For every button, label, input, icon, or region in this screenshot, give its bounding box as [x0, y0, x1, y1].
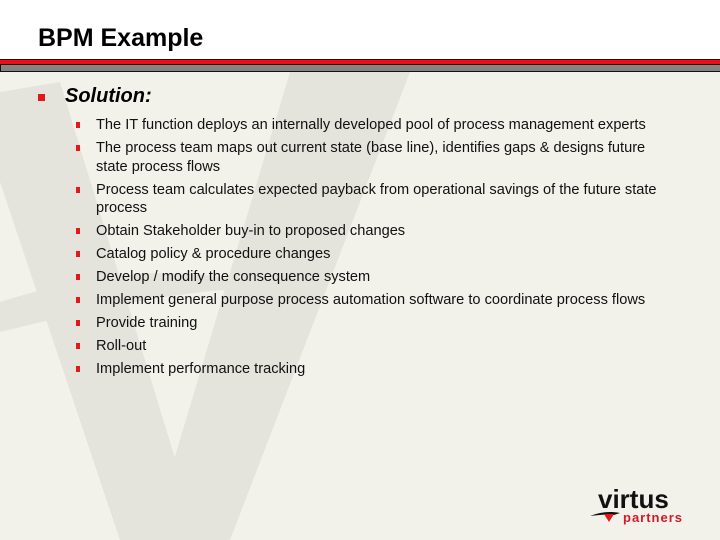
bullet-square-icon — [76, 320, 80, 326]
title-divider-gray — [0, 65, 720, 72]
bullet-square-icon — [76, 343, 80, 349]
list-item: Develop / modify the consequence system — [76, 268, 676, 287]
bullet-square-icon — [76, 366, 80, 372]
list-item: Catalog policy & procedure changes — [76, 245, 676, 264]
list-item-text: The IT function deploys an internally de… — [96, 117, 646, 133]
list-item: Implement performance tracking — [76, 360, 676, 379]
list-item-text: Obtain Stakeholder buy-in to proposed ch… — [96, 223, 406, 239]
list-item: Implement general purpose process automa… — [76, 291, 676, 310]
list-item-text: Develop / modify the consequence system — [96, 269, 371, 285]
list-item: Provide training — [76, 314, 676, 333]
list-item: Roll-out — [76, 337, 676, 356]
bullet-square-icon — [76, 274, 80, 280]
list-item: Process team calculates expected payback… — [76, 181, 676, 218]
bullet-square-icon — [76, 251, 80, 257]
bullet-square-icon — [38, 94, 45, 101]
bullet-square-icon — [76, 228, 80, 234]
logo-triangle-icon — [604, 514, 614, 522]
list-item-text: Catalog policy & procedure changes — [96, 246, 331, 262]
list-item-text: The process team maps out current state … — [96, 140, 646, 175]
solution-heading: Solution: — [38, 85, 152, 108]
list-item-text: Provide training — [96, 315, 198, 331]
list-item-text: Roll-out — [96, 338, 147, 354]
bullet-square-icon — [76, 145, 80, 151]
solution-list: The IT function deploys an internally de… — [76, 116, 676, 383]
logo-word-sub: partners — [623, 510, 683, 525]
virtus-partners-logo: virtus partners — [590, 486, 683, 525]
title-area: BPM Example — [0, 0, 720, 59]
list-item: The process team maps out current state … — [76, 139, 676, 176]
bullet-square-icon — [76, 122, 80, 128]
list-item-text: Implement performance tracking — [96, 361, 306, 377]
list-item: The IT function deploys an internally de… — [76, 116, 676, 135]
bullet-square-icon — [76, 297, 80, 303]
solution-label: Solution: — [65, 85, 152, 107]
list-item: Obtain Stakeholder buy-in to proposed ch… — [76, 222, 676, 241]
bullet-square-icon — [76, 186, 80, 193]
list-item-text: Implement general purpose process automa… — [96, 292, 646, 308]
slide-title: BPM Example — [38, 24, 204, 52]
list-item-text: Process team calculates expected payback… — [96, 181, 657, 217]
